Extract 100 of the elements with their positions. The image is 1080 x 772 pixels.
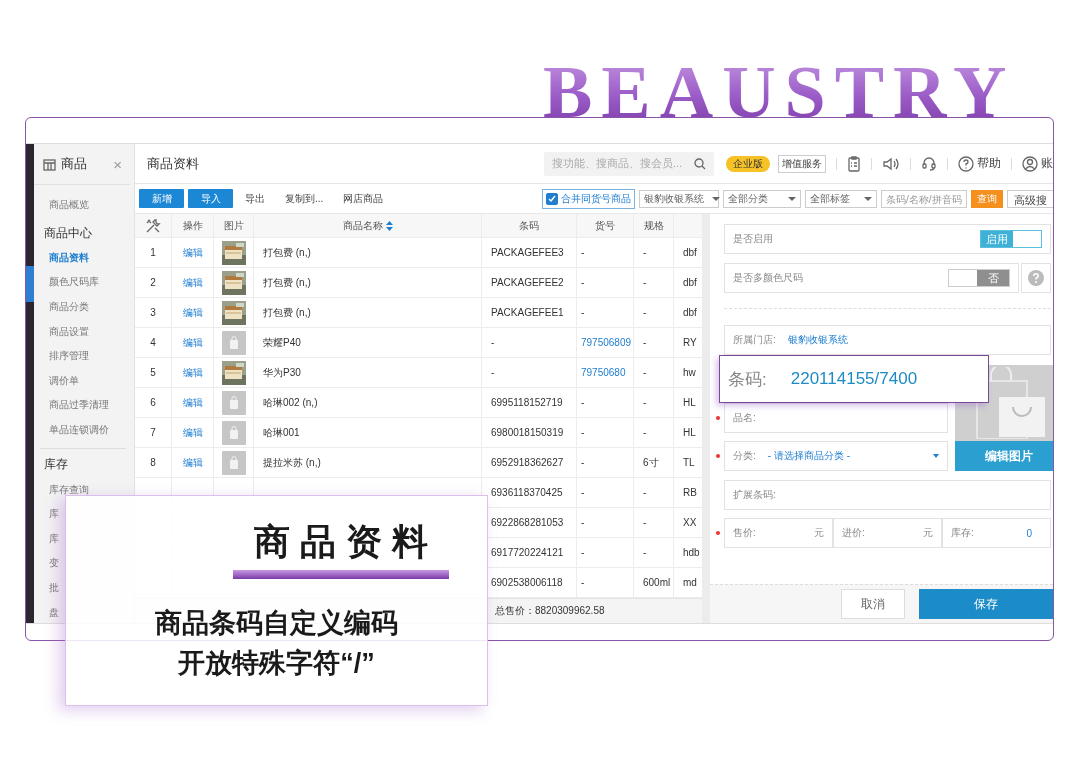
sidebar-item[interactable]: 调价单 [49, 374, 79, 387]
setting-label: 是否多颜色尺码 [733, 271, 804, 285]
table-cell: 6995118152719 [482, 388, 577, 417]
value-added-button[interactable]: 增值服务 [778, 154, 826, 173]
sidebar-item[interactable]: 库 [49, 532, 59, 545]
promo-text: 商品条码自定义编码 [155, 607, 398, 640]
tools-icon[interactable] [145, 217, 161, 234]
edit-link[interactable]: 编辑 [172, 358, 214, 387]
sort-icon[interactable] [385, 220, 393, 231]
sidebar-item[interactable]: 商品过季清理 [49, 399, 109, 412]
ext-barcode-field[interactable]: 扩展条码: [724, 480, 1051, 510]
help-link[interactable]: 帮助 [958, 155, 1001, 172]
bag-icon [221, 390, 246, 415]
table-cell: 打包费 (n,) [254, 268, 482, 297]
caret-icon [712, 196, 720, 201]
edit-image-button[interactable]: 编辑图片 [955, 441, 1053, 471]
merge-checkbox[interactable]: 合并同货号商品 [542, 188, 635, 209]
user-icon [1022, 155, 1038, 172]
filter-dropdown[interactable]: 银豹收银系统 [639, 189, 719, 208]
column-header: 规格 [643, 218, 664, 233]
price-field[interactable]: 进价: 元 [833, 518, 942, 548]
table-cell: 5 [135, 358, 172, 387]
table-cell: - [577, 448, 634, 477]
edit-link[interactable]: 编辑 [172, 298, 214, 327]
close-icon[interactable]: × [113, 156, 122, 172]
clipboard-icon[interactable] [847, 155, 861, 172]
sidebar-item[interactable]: 商品资料 [49, 251, 89, 264]
save-button[interactable]: 保存 [919, 589, 1053, 619]
sidebar-item[interactable]: 库 [49, 508, 59, 521]
sidebar-item[interactable]: 盘 [49, 606, 59, 619]
price-field[interactable]: 库存: 0 [942, 518, 1051, 548]
table-cell: - [577, 508, 634, 537]
edit-link[interactable]: 编辑 [172, 268, 214, 297]
column-header: 图片 [223, 218, 244, 233]
table-cell: 打包费 (n,) [254, 298, 482, 327]
table-cell: - [577, 238, 634, 267]
search-icon [694, 157, 706, 170]
table-cell: 1 [135, 238, 172, 267]
edit-link[interactable]: 编辑 [172, 238, 214, 267]
table-cell: 6寸 [634, 448, 674, 477]
table-cell: 哈琳002 (n,) [254, 388, 482, 417]
filter-dropdown[interactable]: 全部标签 [805, 189, 877, 208]
table-cell: - [634, 298, 674, 327]
search-field[interactable]: 条码/名称/拼音码 [881, 189, 967, 208]
bag-icon [221, 330, 246, 355]
edit-link[interactable]: 编辑 [172, 388, 214, 417]
toolbar-link[interactable]: 复制到... [277, 191, 332, 206]
table-cell: 3 [135, 298, 172, 327]
table-cell: 华为P30 [254, 358, 482, 387]
edit-link[interactable]: 编辑 [172, 418, 214, 447]
toolbar-link[interactable]: 导出 [237, 191, 273, 206]
advanced-search-button[interactable]: 高级搜 [1007, 189, 1053, 208]
sidebar-item[interactable]: 库存查询 [49, 483, 89, 496]
table-cell: 荣耀P40 [254, 328, 482, 357]
table-cell: - [634, 328, 674, 357]
cancel-button[interactable]: 取消 [841, 589, 905, 619]
toolbar-link[interactable]: 网店商品 [335, 191, 392, 206]
sidebar-item[interactable]: 排序管理 [49, 350, 89, 363]
query-button[interactable]: 查询 [971, 189, 1003, 208]
table-cell: - [577, 388, 634, 417]
filter-dropdown[interactable]: 全部分类 [723, 189, 801, 208]
caret-icon [864, 196, 872, 201]
sidebar-item[interactable]: 商品分类 [49, 301, 89, 314]
sidebar-item[interactable]: 商品概览 [49, 199, 89, 212]
table-cell: - [577, 478, 634, 507]
toggle-switch[interactable]: 启用 [980, 230, 1042, 248]
sidebar-item[interactable]: 单品连锁调价 [49, 424, 109, 437]
table-cell: PACKAGEFEE3 [482, 238, 577, 267]
edit-link[interactable]: 编辑 [172, 328, 214, 357]
bag-icon [221, 420, 246, 445]
toolbar-button[interactable]: 新增 [139, 189, 184, 208]
account-link[interactable]: 账 [1022, 155, 1053, 172]
field-label: 所属门店: [733, 333, 776, 347]
headset-icon[interactable] [921, 155, 937, 172]
edit-link[interactable]: 编辑 [172, 448, 214, 477]
table-cell: 6 [135, 388, 172, 417]
item-link[interactable]: 79750680 [577, 358, 634, 387]
sidebar-item[interactable]: 颜色尺码库 [49, 276, 99, 289]
store-value: 银豹收银系统 [787, 333, 848, 347]
toolbar-button[interactable]: 导入 [188, 189, 233, 208]
table-cell: 打包费 (n,) [254, 238, 482, 267]
sidebar-item[interactable]: 批 [49, 582, 59, 594]
barcode-field[interactable]: 条码: 220114155/7400 [719, 355, 989, 403]
speaker-icon[interactable] [882, 156, 900, 171]
promo-text: 开放特殊字符“/” [178, 647, 375, 680]
table-cell: 提拉米苏 (n,) [254, 448, 482, 477]
table-cell: 2 [135, 268, 172, 297]
table-cell: 哈琳001 [254, 418, 482, 447]
table-cell: - [634, 538, 674, 567]
sidebar-item[interactable]: 变 [49, 557, 59, 570]
edition-badge: 企业版 [726, 155, 770, 172]
sidebar-item[interactable]: 商品设置 [49, 325, 89, 338]
table-cell: - [577, 268, 634, 297]
bag-icon [221, 450, 246, 475]
table-cell: - [634, 358, 674, 387]
column-header: 条码 [519, 218, 539, 233]
total-summary: 总售价：8820309962.58 [495, 604, 605, 618]
item-link[interactable]: 797506809 [577, 328, 634, 357]
toggle-switch[interactable]: 否 [948, 269, 1010, 287]
column-header[interactable]: 商品名称 [342, 218, 383, 233]
